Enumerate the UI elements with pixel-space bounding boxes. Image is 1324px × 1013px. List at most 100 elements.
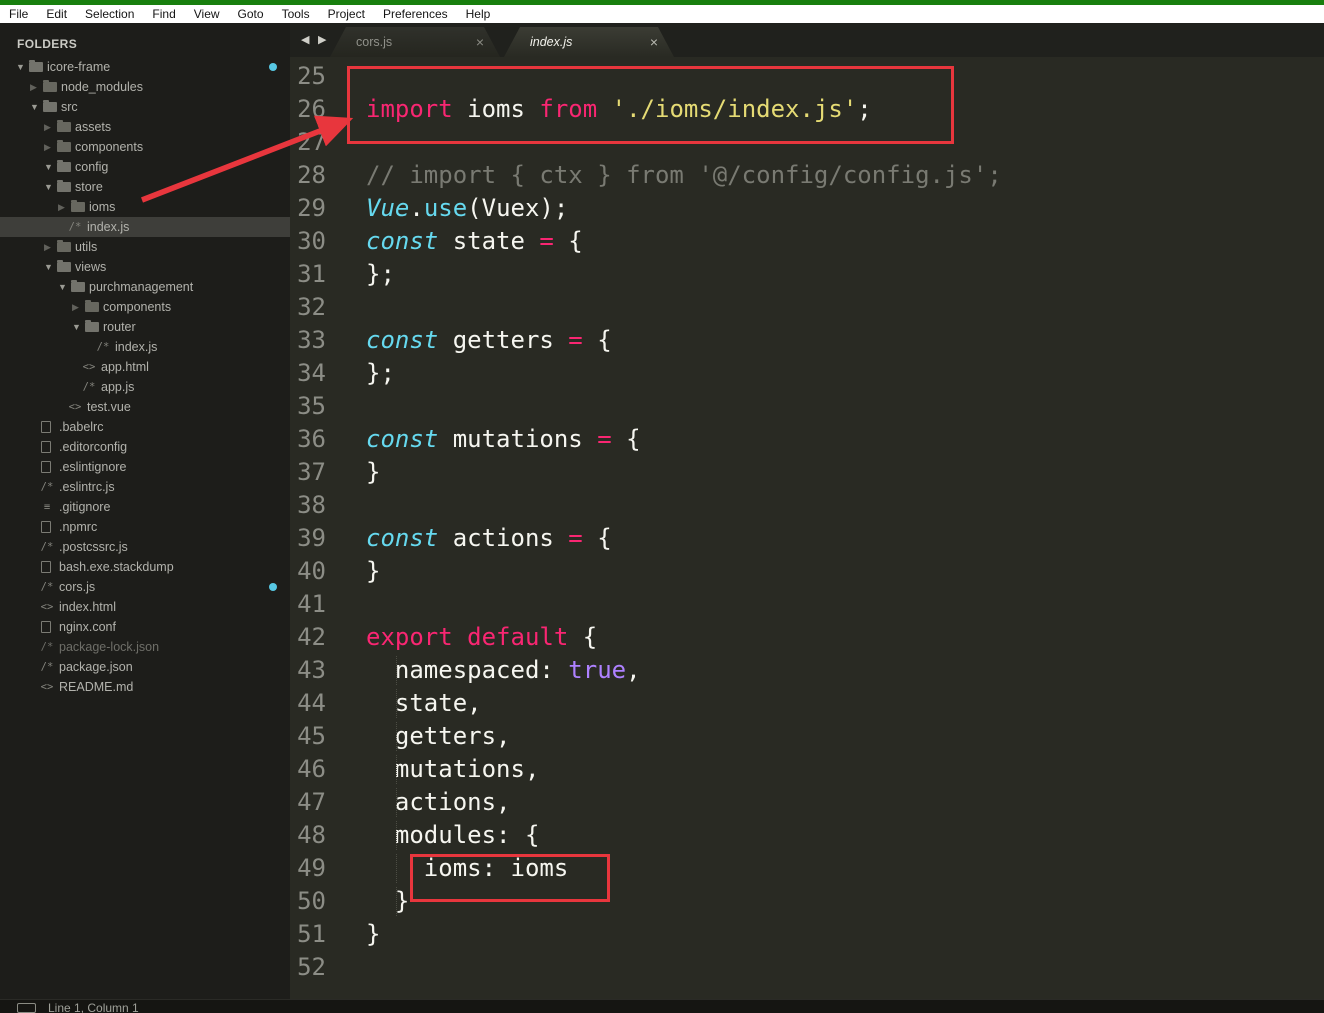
menu-item-view[interactable]: View xyxy=(185,5,229,23)
sidebar-item--babelrc[interactable]: .babelrc xyxy=(0,417,290,437)
code-line[interactable]: 34}; xyxy=(290,357,1324,390)
sidebar-item-views[interactable]: ▼views xyxy=(0,257,290,277)
sidebar-item-router[interactable]: ▼ router xyxy=(0,317,290,337)
chevron-down-icon[interactable]: ▼ xyxy=(44,162,57,172)
chevron-right-icon[interactable]: ▶ xyxy=(30,82,43,93)
sidebar-item--gitignore[interactable]: ≡.gitignore xyxy=(0,497,290,517)
tab-close-icon[interactable]: × xyxy=(476,35,484,49)
code-line[interactable]: 46 mutations, xyxy=(290,753,1324,786)
sidebar-item-label: .babelrc xyxy=(59,420,103,434)
tab-index-js[interactable]: index.js× xyxy=(504,27,674,57)
tab-close-icon[interactable]: × xyxy=(650,35,658,49)
sidebar-item-utils[interactable]: ▶utils xyxy=(0,237,290,257)
sidebar-item-components[interactable]: ▶components xyxy=(0,297,290,317)
code-line[interactable]: 44 state, xyxy=(290,687,1324,720)
line-number: 47 xyxy=(290,786,366,819)
modified-dot xyxy=(269,63,277,71)
sidebar-item--eslintrc-js[interactable]: /*.eslintrc.js xyxy=(0,477,290,497)
code-token: modules: { xyxy=(366,821,539,849)
code-line[interactable]: 37} xyxy=(290,456,1324,489)
chevron-down-icon[interactable]: ▼ xyxy=(72,322,85,332)
tab-cors-js[interactable]: cors.js× xyxy=(330,27,500,57)
sidebar-item-node-modules[interactable]: ▶node_modules xyxy=(0,77,290,97)
menu-item-project[interactable]: Project xyxy=(319,5,374,23)
indent-guide xyxy=(396,722,397,751)
menu-item-find[interactable]: Find xyxy=(143,5,184,23)
sidebar-item--editorconfig[interactable]: .editorconfig xyxy=(0,437,290,457)
sidebar-item-label: src xyxy=(61,100,78,114)
sidebar-item-package-json[interactable]: /*package.json xyxy=(0,657,290,677)
tab-scroll-right-icon[interactable]: ▶ xyxy=(318,33,326,46)
chevron-down-icon[interactable]: ▼ xyxy=(30,102,43,112)
modified-dot xyxy=(269,583,277,591)
code-line[interactable]: 29Vue.use(Vuex); xyxy=(290,192,1324,225)
sidebar-item-index-js[interactable]: /*index.js xyxy=(0,337,290,357)
sidebar-item-label: router xyxy=(103,320,136,334)
menu-item-help[interactable]: Help xyxy=(457,5,500,23)
sidebar-item--postcssrc-js[interactable]: /*.postcssrc.js xyxy=(0,537,290,557)
sidebar-item-app-html[interactable]: <>app.html xyxy=(0,357,290,377)
code-line[interactable]: 35 xyxy=(290,390,1324,423)
chevron-down-icon[interactable]: ▼ xyxy=(44,182,57,192)
sidebar-item-label: .gitignore xyxy=(59,500,110,514)
code-line[interactable]: 36const mutations = { xyxy=(290,423,1324,456)
menu-item-tools[interactable]: Tools xyxy=(273,5,319,23)
code-line[interactable]: 47 actions, xyxy=(290,786,1324,819)
code-token: = xyxy=(597,425,611,453)
sidebar-item-cors-js[interactable]: /*cors.js xyxy=(0,577,290,597)
code-line[interactable]: 40} xyxy=(290,555,1324,588)
folder-icon xyxy=(57,142,71,152)
code-token: = xyxy=(568,524,582,552)
sidebar-item-label: bash.exe.stackdump xyxy=(59,560,174,574)
code-token: , xyxy=(626,656,640,684)
sidebar-item-readme-md[interactable]: <>README.md xyxy=(0,677,290,697)
code-line[interactable]: 43 namespaced: true, xyxy=(290,654,1324,687)
code-line[interactable]: 31}; xyxy=(290,258,1324,291)
code-text: } xyxy=(366,885,409,918)
chevron-right-icon[interactable]: ▶ xyxy=(44,142,57,153)
code-line[interactable]: 38 xyxy=(290,489,1324,522)
sidebar-item-index-js[interactable]: /*index.js xyxy=(0,217,290,237)
menu-item-edit[interactable]: Edit xyxy=(37,5,76,23)
sidebar-item-bash-exe-stackdump[interactable]: bash.exe.stackdump xyxy=(0,557,290,577)
chevron-right-icon[interactable]: ▶ xyxy=(44,242,57,253)
sidebar-item--npmrc[interactable]: .npmrc xyxy=(0,517,290,537)
code-line[interactable]: 52 xyxy=(290,951,1324,984)
sidebar-item-label: assets xyxy=(75,120,111,134)
code-line[interactable]: 32 xyxy=(290,291,1324,324)
code-line[interactable]: 51} xyxy=(290,918,1324,951)
tab-scroll-left-icon[interactable]: ◀ xyxy=(301,33,309,46)
menu-item-goto[interactable]: Goto xyxy=(229,5,273,23)
sidebar-item-package-lock-json[interactable]: /*package-lock.json xyxy=(0,637,290,657)
sidebar-item-label: config xyxy=(75,160,108,174)
code-line[interactable]: 45 getters, xyxy=(290,720,1324,753)
menu-item-file[interactable]: File xyxy=(0,5,37,23)
code-line[interactable]: 41 xyxy=(290,588,1324,621)
code-line[interactable]: 33const getters = { xyxy=(290,324,1324,357)
sidebar-item-app-js[interactable]: /*app.js xyxy=(0,377,290,397)
chevron-down-icon[interactable]: ▼ xyxy=(44,262,57,272)
menu-item-selection[interactable]: Selection xyxy=(76,5,143,23)
document-file-icon xyxy=(41,421,51,433)
code-line[interactable]: 42export default { xyxy=(290,621,1324,654)
sidebar-item--eslintignore[interactable]: .eslintignore xyxy=(0,457,290,477)
sidebar-item-icore-frame[interactable]: ▼icore-frame xyxy=(0,57,290,77)
chevron-down-icon[interactable]: ▼ xyxy=(16,62,29,72)
sidebar-item-index-html[interactable]: <>index.html xyxy=(0,597,290,617)
chevron-right-icon[interactable]: ▶ xyxy=(72,302,85,313)
code-text: getters, xyxy=(366,720,511,753)
sidebar-item-nginx-conf[interactable]: nginx.conf xyxy=(0,617,290,637)
code-line[interactable]: 39const actions = { xyxy=(290,522,1324,555)
line-number: 44 xyxy=(290,687,366,720)
folders-header: FOLDERS xyxy=(0,23,290,57)
sidebar-item-test-vue[interactable]: <>test.vue xyxy=(0,397,290,417)
menu-item-preferences[interactable]: Preferences xyxy=(374,5,457,23)
chevron-down-icon[interactable]: ▼ xyxy=(58,282,71,292)
sidebar-item-purchmanagement[interactable]: ▼purchmanagement xyxy=(0,277,290,297)
chevron-right-icon[interactable]: ▶ xyxy=(58,202,71,213)
code-line[interactable]: 28// import { ctx } from '@/config/confi… xyxy=(290,159,1324,192)
code-text: mutations, xyxy=(366,753,539,786)
chevron-right-icon[interactable]: ▶ xyxy=(44,122,57,133)
code-line[interactable]: 30const state = { xyxy=(290,225,1324,258)
code-line[interactable]: 48 modules: { xyxy=(290,819,1324,852)
